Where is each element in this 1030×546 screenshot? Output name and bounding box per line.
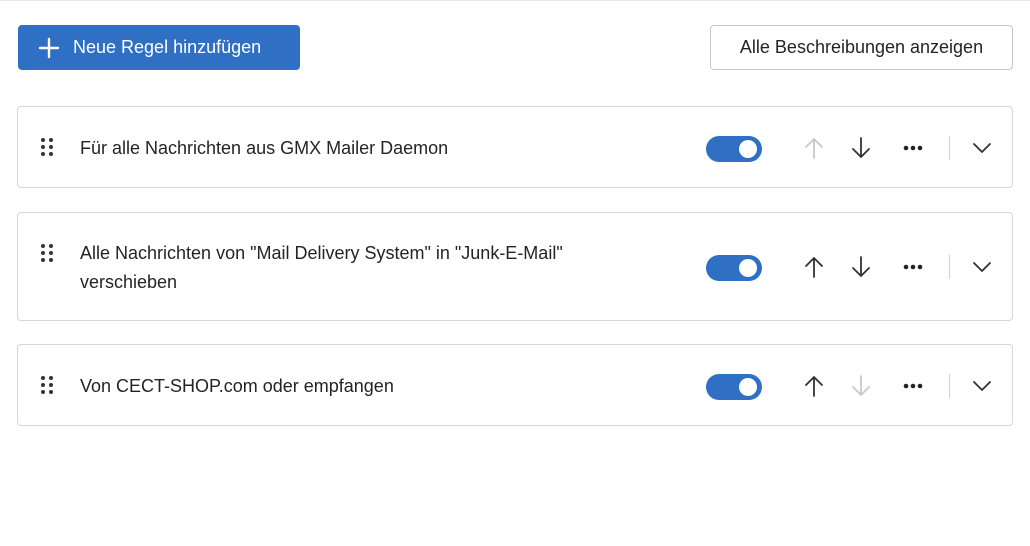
rule-enabled-toggle[interactable]	[706, 136, 762, 162]
add-rule-button[interactable]: Neue Regel hinzufügen	[18, 25, 300, 70]
arrow-up-icon	[805, 138, 823, 159]
drag-handle-icon[interactable]	[40, 137, 54, 157]
toggle-knob	[739, 378, 757, 396]
rule-item: Für alle Nachrichten aus GMX Mailer Daem…	[17, 106, 1013, 188]
drag-handle-icon[interactable]	[40, 375, 54, 395]
move-up-button[interactable]	[800, 253, 828, 281]
divider	[949, 374, 950, 398]
move-down-button[interactable]	[847, 372, 875, 400]
plus-icon	[38, 37, 60, 58]
more-options-icon	[903, 264, 923, 270]
arrow-down-icon	[852, 137, 870, 158]
more-options-icon	[903, 145, 923, 151]
drag-handle-icon[interactable]	[40, 243, 54, 263]
toggle-knob	[739, 259, 757, 277]
rule-label: Alle Nachrichten von "Mail Delivery Syst…	[80, 243, 563, 292]
rule-label: Für alle Nachrichten aus GMX Mailer Daem…	[80, 138, 449, 158]
rule-item: Alle Nachrichten von "Mail Delivery Syst…	[17, 212, 1013, 321]
chevron-down-icon	[973, 262, 991, 272]
more-options-button[interactable]	[899, 134, 927, 162]
more-options-button[interactable]	[899, 253, 927, 281]
expand-button[interactable]	[968, 372, 996, 400]
divider	[949, 255, 950, 279]
rules-page: Neue Regel hinzufügen Alle Beschreibunge…	[0, 0, 1030, 546]
rule-label: Von CECT-SHOP.com oder empfangen	[80, 376, 394, 396]
arrow-up-icon	[805, 257, 823, 278]
arrow-down-icon	[852, 256, 870, 277]
move-down-button[interactable]	[847, 253, 875, 281]
divider	[949, 136, 950, 160]
move-down-button[interactable]	[847, 134, 875, 162]
chevron-down-icon	[973, 381, 991, 391]
move-up-button[interactable]	[800, 134, 828, 162]
more-options-button[interactable]	[899, 372, 927, 400]
chevron-down-icon	[973, 143, 991, 153]
more-options-icon	[903, 383, 923, 389]
show-descriptions-label: Alle Beschreibungen anzeigen	[739, 37, 984, 57]
toolbar: Neue Regel hinzufügen Alle Beschreibunge…	[18, 25, 1013, 70]
rule-item: Von CECT-SHOP.com oder empfangen	[17, 344, 1013, 426]
add-rule-label: Neue Regel hinzufügen	[73, 37, 262, 57]
expand-button[interactable]	[968, 253, 996, 281]
rule-enabled-toggle[interactable]	[706, 374, 762, 400]
expand-button[interactable]	[968, 134, 996, 162]
arrow-down-icon	[852, 375, 870, 396]
rule-enabled-toggle[interactable]	[706, 255, 762, 281]
toggle-knob	[739, 140, 757, 158]
move-up-button[interactable]	[800, 372, 828, 400]
show-all-descriptions-button[interactable]: Alle Beschreibungen anzeigen	[710, 25, 1013, 70]
arrow-up-icon	[805, 376, 823, 397]
